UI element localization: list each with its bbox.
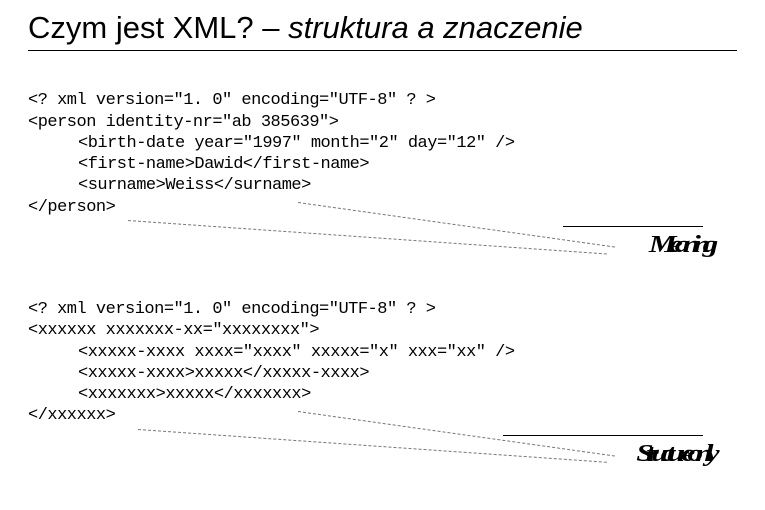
- code-line: </person>: [28, 198, 115, 217]
- slide: Czym jest XML? – struktura a znaczenie <…: [0, 0, 765, 497]
- annotation-1: Meaning: [28, 224, 737, 270]
- code-line: <xxxxxxx>xxxxx</xxxxxxx>: [28, 385, 311, 404]
- arrow-icon: [128, 220, 607, 254]
- slide-title: Czym jest XML? – struktura a znaczenie: [28, 10, 737, 51]
- code-line: <? xml version="1. 0" encoding="UTF-8" ?…: [28, 91, 435, 110]
- code-line: <xxxxx-xxxx xxxx="xxxx" xxxxx="x" xxx="x…: [28, 343, 515, 362]
- annotation-2: Structure only: [28, 433, 737, 479]
- code-line: <surname>Weiss</surname>: [28, 176, 311, 195]
- code-line: <birth-date year="1997" month="2" day="1…: [28, 134, 515, 153]
- code-line: <person identity-nr="ab 385639">: [28, 113, 338, 132]
- annotation-text: Meaning: [649, 232, 711, 259]
- code-line: </xxxxxx>: [28, 406, 115, 425]
- code-line: <? xml version="1. 0" encoding="UTF-8" ?…: [28, 300, 435, 319]
- annotation-text: Structure only: [636, 441, 711, 468]
- annotation-label-meaning: Meaning: [656, 232, 703, 259]
- annotation-label-structure: Structure only: [645, 441, 703, 468]
- code-line: <xxxxxx xxxxxxx-xx="xxxxxxxx">: [28, 321, 319, 340]
- title-plain: Czym jest XML? –: [28, 10, 288, 45]
- annotation-rule: [503, 435, 703, 436]
- code-block-1: <? xml version="1. 0" encoding="UTF-8" ?…: [28, 69, 737, 218]
- code-line: <first-name>Dawid</first-name>: [28, 155, 369, 174]
- annotation-rule: [563, 226, 703, 227]
- code-block-2: <? xml version="1. 0" encoding="UTF-8" ?…: [28, 278, 737, 427]
- title-italic: struktura a znaczenie: [288, 10, 583, 45]
- code-line: <xxxxx-xxxx>xxxxx</xxxxx-xxxx>: [28, 364, 369, 383]
